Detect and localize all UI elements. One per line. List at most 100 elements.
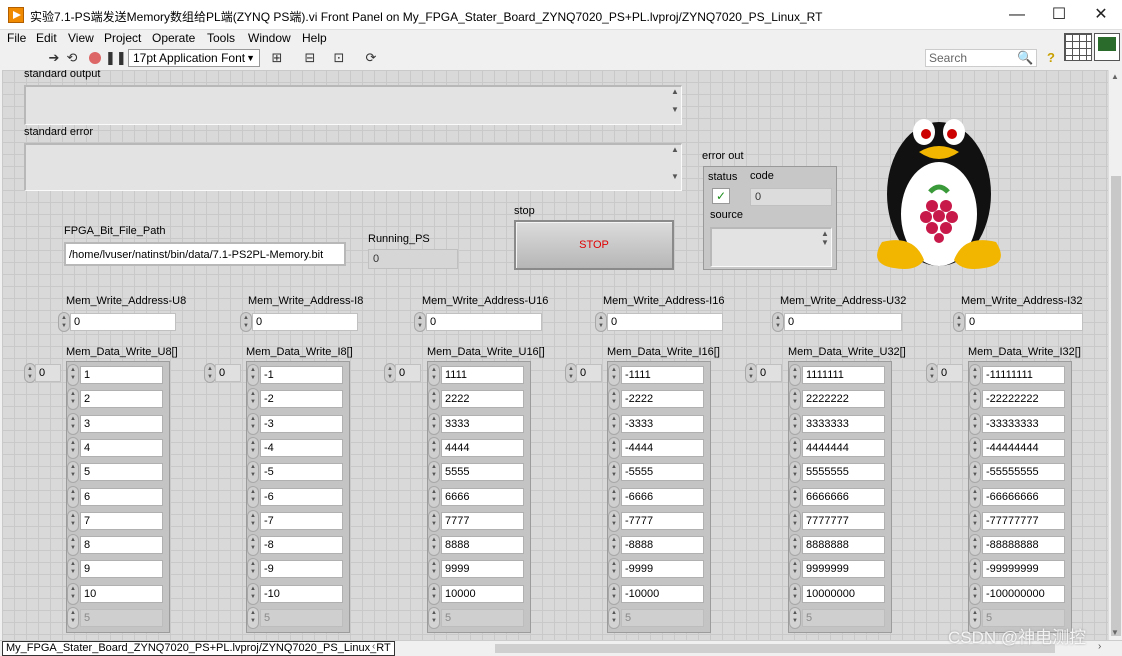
- spin-arrows-icon[interactable]: ▲ ▼: [247, 558, 259, 581]
- close-button[interactable]: ✕: [1080, 0, 1122, 30]
- spin-arrows-icon[interactable]: ▲ ▼: [428, 534, 440, 557]
- spin-arrows-icon[interactable]: ▲ ▼: [67, 436, 79, 459]
- menu-edit[interactable]: Edit: [36, 30, 57, 47]
- spin-arrows-icon[interactable]: ▲ ▼: [428, 461, 440, 484]
- spin-arrows-icon[interactable]: ▲ ▼: [428, 412, 440, 435]
- spin-arrows-icon[interactable]: ▲ ▼: [608, 558, 620, 581]
- spin-arrows-icon[interactable]: ▲ ▼: [969, 582, 981, 605]
- scroll-up-icon[interactable]: ▲: [1111, 72, 1119, 81]
- spin-arrows-icon[interactable]: ▲ ▼: [67, 388, 79, 411]
- stop-button[interactable]: STOP: [514, 220, 674, 270]
- spin-arrows-icon[interactable]: ▲ ▼: [608, 364, 620, 386]
- spin-arrows-icon[interactable]: ▲ ▼: [789, 461, 801, 484]
- spin-arrows-icon[interactable]: ▲ ▼: [428, 485, 440, 508]
- menu-operate[interactable]: Operate: [152, 30, 195, 47]
- spin-arrows-icon[interactable]: ▲ ▼: [247, 485, 259, 508]
- menu-help[interactable]: Help: [302, 30, 327, 47]
- spin-arrows-icon[interactable]: ▲ ▼: [789, 485, 801, 508]
- vertical-scroll-thumb[interactable]: [1111, 176, 1121, 636]
- spin-arrows-icon[interactable]: ▲ ▼: [67, 485, 79, 508]
- spin-arrows-icon[interactable]: ▲ ▼: [247, 509, 259, 532]
- spin-arrows-icon[interactable]: ▲ ▼: [428, 558, 440, 581]
- spin-arrows-icon[interactable]: ▲ ▼: [240, 312, 252, 332]
- spin-arrows-icon[interactable]: ▲ ▼: [428, 582, 440, 605]
- spin-arrows-icon[interactable]: ▲ ▼: [67, 364, 79, 386]
- spin-arrows-icon[interactable]: ▲ ▼: [789, 388, 801, 411]
- spin-arrows-icon[interactable]: ▲ ▼: [67, 509, 79, 532]
- spin-arrows-icon[interactable]: ▲ ▼: [58, 312, 70, 332]
- spin-arrows-icon[interactable]: ▲ ▼: [247, 412, 259, 435]
- spin-arrows-icon[interactable]: ▲ ▼: [608, 485, 620, 508]
- spin-arrows-icon[interactable]: ▲ ▼: [789, 364, 801, 386]
- spin-arrows-icon[interactable]: ▲ ▼: [789, 436, 801, 459]
- scroll-arrows-icon[interactable]: ▲ ▼: [819, 229, 831, 266]
- spin-arrows-icon[interactable]: ▲ ▼: [67, 558, 79, 581]
- menu-project[interactable]: Project: [104, 30, 141, 47]
- vertical-scrollbar[interactable]: ▲ ▼: [1108, 70, 1122, 640]
- menu-tools[interactable]: Tools: [207, 30, 235, 47]
- scroll-right-icon[interactable]: ›: [1098, 641, 1101, 652]
- search-icon[interactable]: 🔍: [1017, 50, 1033, 66]
- spin-arrows-icon[interactable]: ▲ ▼: [608, 509, 620, 532]
- run-arrow-icon[interactable]: ➔: [46, 50, 62, 66]
- distribute-objects-icon[interactable]: ⊟: [299, 50, 321, 66]
- spin-arrows-icon[interactable]: ▲ ▼: [789, 558, 801, 581]
- spin-arrows-icon[interactable]: ▲ ▼: [789, 412, 801, 435]
- spin-arrows-icon[interactable]: ▲ ▼: [969, 461, 981, 484]
- spin-arrows-icon[interactable]: ▲ ▼: [608, 461, 620, 484]
- menu-file[interactable]: File: [7, 30, 26, 47]
- spin-arrows-icon[interactable]: ▲ ▼: [953, 312, 965, 332]
- spin-arrows-icon[interactable]: ▲ ▼: [67, 461, 79, 484]
- spin-arrows-icon[interactable]: ▲ ▼: [247, 436, 259, 459]
- spin-arrows-icon[interactable]: ▲ ▼: [969, 388, 981, 411]
- spin-arrows-icon[interactable]: ▲ ▼: [247, 388, 259, 411]
- spin-arrows-icon[interactable]: ▲ ▼: [428, 388, 440, 411]
- spin-arrows-icon[interactable]: ▲ ▼: [969, 436, 981, 459]
- spin-arrows-icon[interactable]: ▲ ▼: [428, 364, 440, 386]
- spin-arrows-icon[interactable]: ▲ ▼: [595, 312, 607, 332]
- connector-pane-icon[interactable]: [1064, 33, 1092, 61]
- run-continuously-icon[interactable]: ⟲: [64, 50, 80, 66]
- font-select[interactable]: 17pt Application Font ▼: [128, 49, 260, 67]
- spin-arrows-icon[interactable]: ▲ ▼: [67, 534, 79, 557]
- vi-icon[interactable]: [1094, 33, 1120, 61]
- scroll-left-icon[interactable]: ‹: [372, 641, 375, 652]
- spin-arrows-icon[interactable]: ▲ ▼: [789, 534, 801, 557]
- spin-arrows-icon[interactable]: ▲ ▼: [428, 509, 440, 532]
- scroll-down-icon[interactable]: ▼: [1111, 628, 1119, 637]
- spin-arrows-icon[interactable]: ▲ ▼: [608, 582, 620, 605]
- spin-arrows-icon[interactable]: ▲ ▼: [789, 509, 801, 532]
- spin-arrows-icon[interactable]: ▲ ▼: [67, 582, 79, 605]
- help-icon[interactable]: ?: [1043, 50, 1059, 66]
- scroll-arrows-icon[interactable]: ▲ ▼: [669, 87, 681, 124]
- standard-error-indicator[interactable]: ▲ ▼: [24, 143, 682, 191]
- spin-arrows-icon[interactable]: ▲ ▼: [789, 582, 801, 605]
- abort-icon[interactable]: [87, 50, 103, 66]
- spin-arrows-icon[interactable]: ▲ ▼: [969, 412, 981, 435]
- resize-objects-icon[interactable]: ⊡: [328, 50, 350, 66]
- source-indicator[interactable]: ▲ ▼: [710, 227, 832, 267]
- fpga-path-control[interactable]: /home/lvuser/natinst/bin/data/7.1-PS2PL-…: [64, 242, 346, 266]
- spin-arrows-icon[interactable]: ▲ ▼: [608, 436, 620, 459]
- standard-output-indicator[interactable]: ▲ ▼: [24, 85, 682, 125]
- spin-arrows-icon[interactable]: ▲ ▼: [428, 436, 440, 459]
- scroll-arrows-icon[interactable]: ▲ ▼: [669, 145, 681, 190]
- spin-arrows-icon[interactable]: ▲ ▼: [247, 534, 259, 557]
- maximize-button[interactable]: ☐: [1038, 0, 1080, 30]
- reorder-icon[interactable]: ⟳: [360, 50, 382, 66]
- menu-view[interactable]: View: [68, 30, 94, 47]
- spin-arrows-icon[interactable]: ▲ ▼: [969, 509, 981, 532]
- project-target-path[interactable]: My_FPGA_Stater_Board_ZYNQ7020_PS+PL.lvpr…: [2, 641, 395, 656]
- spin-arrows-icon[interactable]: ▲ ▼: [608, 388, 620, 411]
- spin-arrows-icon[interactable]: ▲ ▼: [414, 312, 426, 332]
- spin-arrows-icon[interactable]: ▲ ▼: [247, 461, 259, 484]
- pause-icon[interactable]: ❚❚: [105, 50, 127, 66]
- spin-arrows-icon[interactable]: ▲ ▼: [608, 412, 620, 435]
- spin-arrows-icon[interactable]: ▲ ▼: [247, 364, 259, 386]
- minimize-button[interactable]: —: [996, 0, 1038, 30]
- spin-arrows-icon[interactable]: ▲ ▼: [969, 485, 981, 508]
- spin-arrows-icon[interactable]: ▲ ▼: [67, 412, 79, 435]
- spin-arrows-icon[interactable]: ▲ ▼: [969, 364, 981, 386]
- menu-window[interactable]: Window: [248, 30, 291, 47]
- spin-arrows-icon[interactable]: ▲ ▼: [969, 558, 981, 581]
